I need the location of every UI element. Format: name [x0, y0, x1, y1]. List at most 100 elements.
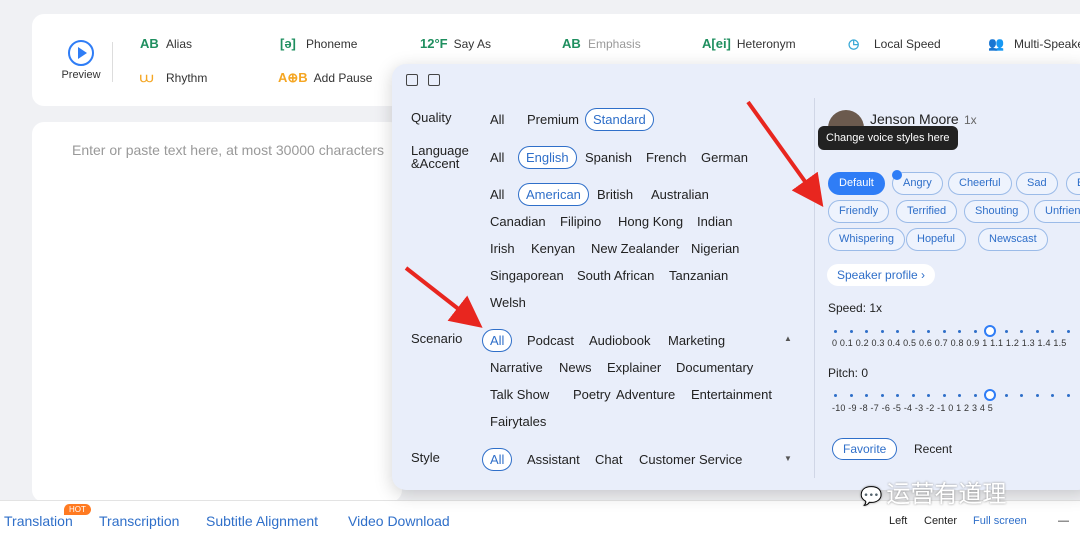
- align-left-button[interactable]: Left: [889, 515, 907, 527]
- emphasis-icon: AB: [562, 36, 581, 51]
- filter-chip-new-zealander[interactable]: New Zealander: [583, 237, 687, 260]
- voice-style-friendly[interactable]: Friendly: [828, 200, 890, 223]
- collapse-icon[interactable]: [428, 74, 440, 86]
- filter-chip-tanzanian[interactable]: Tanzanian: [661, 264, 736, 287]
- filter-chip-spanish[interactable]: Spanish: [577, 146, 640, 169]
- pitch-knob[interactable]: [984, 389, 996, 401]
- text-editor[interactable]: Enter or paste text here, at most 30000 …: [32, 122, 402, 502]
- recent-tab[interactable]: Recent: [914, 442, 952, 456]
- filter-chip-talk-show[interactable]: Talk Show: [482, 383, 557, 406]
- speed-slider[interactable]: [834, 325, 1080, 337]
- filter-chip-kenyan[interactable]: Kenyan: [523, 237, 583, 260]
- tab-translation[interactable]: Translation: [4, 513, 73, 529]
- speed-tick: [880, 330, 884, 333]
- speed-tick: [1020, 330, 1023, 333]
- speed-tick: [973, 330, 977, 333]
- filter-chip-assistant[interactable]: Assistant: [519, 448, 588, 471]
- voice-style-cheerful[interactable]: Cheerful: [948, 172, 1012, 195]
- filter-chip-english[interactable]: English: [518, 146, 577, 169]
- filter-chip-podcast[interactable]: Podcast: [519, 329, 582, 352]
- pitch-tick: [927, 394, 930, 397]
- pitch-slider[interactable]: [834, 389, 1080, 401]
- filter-chip-all[interactable]: All: [482, 183, 512, 206]
- filter-chip-australian[interactable]: Australian: [643, 183, 717, 206]
- expand-icon[interactable]: [406, 74, 418, 86]
- tab-video-download[interactable]: Video Download: [348, 513, 450, 529]
- filter-chip-premium[interactable]: Premium: [519, 108, 587, 131]
- voice-style-whispering[interactable]: Whispering: [828, 228, 906, 251]
- minimize-button[interactable]: —: [1058, 515, 1069, 527]
- collapse-scenario-icon[interactable]: ▲: [784, 334, 792, 343]
- filter-chip-news[interactable]: News: [551, 356, 600, 379]
- filter-chip-south-african[interactable]: South African: [569, 264, 662, 287]
- speed-tick: [942, 330, 946, 333]
- local-speed-icon: ◷: [848, 36, 860, 51]
- filter-chip-audiobook[interactable]: Audiobook: [581, 329, 658, 352]
- speed-tick: [1066, 330, 1070, 333]
- hot-badge: HOT: [64, 504, 91, 515]
- pitch-tick: [973, 394, 977, 397]
- voice-style-shouting[interactable]: Shouting: [964, 200, 1030, 223]
- tool-multi-speake[interactable]: 👥 Multi-Speake: [988, 36, 1080, 52]
- full-screen-button[interactable]: Full screen: [973, 515, 1027, 527]
- voice-style-default[interactable]: Default: [828, 172, 885, 195]
- filter-chip-explainer[interactable]: Explainer: [599, 356, 669, 379]
- pitch-tick: [1051, 394, 1054, 397]
- filter-chip-irish[interactable]: Irish: [482, 237, 523, 260]
- filter-chip-entertainment[interactable]: Entertainment: [683, 383, 780, 406]
- voice-style-sad[interactable]: Sad: [1016, 172, 1058, 195]
- filter-chip-canadian[interactable]: Canadian: [482, 210, 554, 233]
- filter-chip-indian[interactable]: Indian: [689, 210, 740, 233]
- speed-knob[interactable]: [984, 325, 996, 337]
- filter-chip-german[interactable]: German: [693, 146, 756, 169]
- voice-style-hopeful[interactable]: Hopeful: [906, 228, 966, 251]
- filter-chip-nigerian[interactable]: Nigerian: [683, 237, 747, 260]
- tool-local-speed[interactable]: ◷ Local Speed: [848, 36, 941, 52]
- filter-chip-standard[interactable]: Standard: [585, 108, 654, 131]
- filter-chip-fairytales[interactable]: Fairytales: [482, 410, 554, 433]
- pitch-tick: [865, 394, 868, 397]
- filter-chip-all[interactable]: All: [482, 146, 512, 169]
- voice-style-newscast[interactable]: Newscast: [978, 228, 1048, 251]
- pitch-tick: [1066, 394, 1070, 397]
- voice-style-unfrien[interactable]: Unfrien: [1034, 200, 1080, 223]
- voice-style-e[interactable]: E: [1066, 172, 1080, 195]
- tool-rhythm[interactable]: ⩊ Rhythm: [140, 70, 207, 86]
- favorite-tab[interactable]: Favorite: [832, 438, 898, 460]
- play-icon: [68, 40, 94, 66]
- filter-chip-all[interactable]: All: [482, 329, 513, 352]
- speed-tick: [1051, 330, 1054, 333]
- filter-chip-all[interactable]: All: [482, 448, 513, 471]
- expand-style-icon[interactable]: ▼: [784, 454, 792, 463]
- filter-chip-marketing[interactable]: Marketing: [660, 329, 733, 352]
- multi-speake-icon: 👥: [988, 36, 1005, 51]
- tool-emphasis[interactable]: AB Emphasis: [562, 36, 641, 51]
- filter-chip-hong-kong[interactable]: Hong Kong: [610, 210, 691, 233]
- tool-label: Phoneme: [306, 36, 358, 51]
- filter-chip-narrative[interactable]: Narrative: [482, 356, 551, 379]
- filter-chip-customer-service[interactable]: Customer Service: [631, 448, 750, 471]
- tool-heteronym[interactable]: A[ei] Heteronym: [702, 36, 796, 51]
- tool-add-pause[interactable]: A⊕B Add Pause: [278, 70, 372, 86]
- tool-say-as[interactable]: 12°F Say As: [420, 36, 491, 51]
- filter-chip-filipino[interactable]: Filipino: [552, 210, 609, 233]
- filter-chip-french[interactable]: French: [638, 146, 694, 169]
- tab-transcription[interactable]: Transcription: [99, 513, 179, 529]
- speaker-profile-button[interactable]: Speaker profile ›: [827, 264, 936, 286]
- filter-chip-american[interactable]: American: [518, 183, 589, 206]
- filter-chip-british[interactable]: British: [589, 183, 641, 206]
- tab-subtitle-alignment[interactable]: Subtitle Alignment: [206, 513, 318, 529]
- align-center-button[interactable]: Center: [924, 515, 957, 527]
- tool-alias[interactable]: AB Alias: [140, 36, 192, 51]
- filter-chip-all[interactable]: All: [482, 108, 512, 131]
- filter-chip-chat[interactable]: Chat: [587, 448, 630, 471]
- filter-chip-documentary[interactable]: Documentary: [668, 356, 761, 379]
- voice-style-terrified[interactable]: Terrified: [896, 200, 958, 223]
- speed-tick: [1004, 330, 1008, 333]
- tool-phoneme[interactable]: [ə] Phoneme: [280, 36, 357, 51]
- filter-chip-adventure[interactable]: Adventure: [608, 383, 683, 406]
- filter-chip-singaporean[interactable]: Singaporean: [482, 264, 572, 287]
- filter-chip-welsh[interactable]: Welsh: [482, 291, 534, 314]
- rhythm-icon: ⩊: [140, 70, 154, 85]
- preview-button[interactable]: Preview: [60, 40, 102, 81]
